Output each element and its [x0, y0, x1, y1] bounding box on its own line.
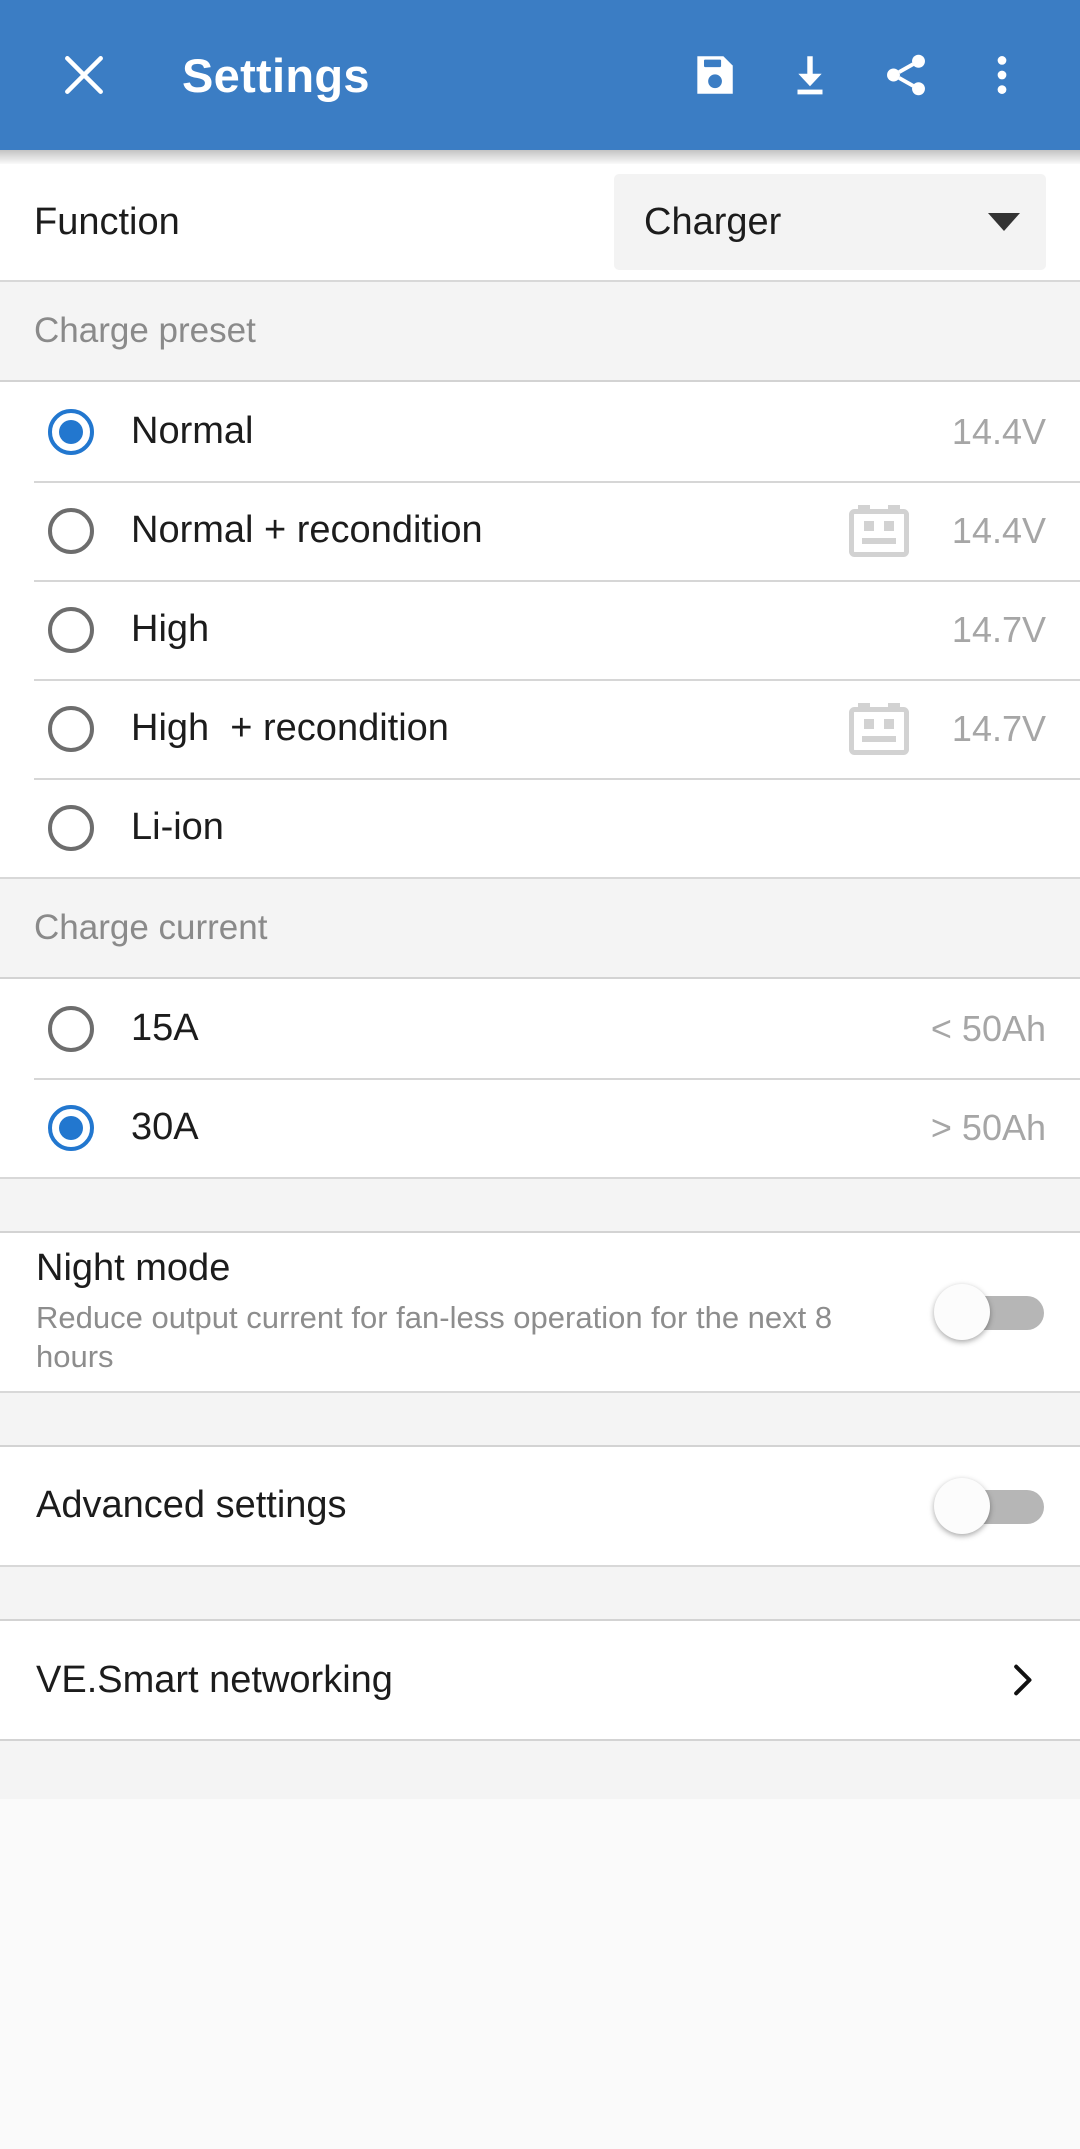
- charge-preset-header: Charge preset: [0, 280, 1080, 382]
- advanced-settings-title: Advanced settings: [36, 1484, 347, 1527]
- charge-preset-option-normal-recondition[interactable]: Normal + recondition 14.4V: [0, 481, 1080, 580]
- function-row[interactable]: Function Charger: [0, 164, 1080, 280]
- section-gap: [0, 1177, 1080, 1233]
- option-label: Normal: [131, 410, 254, 452]
- more-vert-icon: [997, 56, 1007, 94]
- option-value: > 50Ah: [930, 1106, 1046, 1148]
- section-gap: [0, 1391, 1080, 1447]
- night-mode-row[interactable]: Night mode Reduce output current for fan…: [0, 1233, 1080, 1391]
- option-value: 14.4V: [951, 410, 1046, 452]
- function-dropdown[interactable]: Charger: [614, 174, 1046, 270]
- download-button[interactable]: [762, 27, 858, 123]
- appbar-shadow: [0, 150, 1080, 164]
- night-mode-toggle[interactable]: [934, 1284, 1046, 1340]
- battery-recondition-icon: [848, 503, 910, 559]
- charge-preset-option-high[interactable]: High 14.7V: [0, 580, 1080, 679]
- battery-recondition-icon: [848, 701, 910, 757]
- charge-current-header: Charge current: [0, 877, 1080, 979]
- night-mode-text: Night mode Reduce output current for fan…: [36, 1247, 934, 1377]
- charge-preset-option-normal[interactable]: Normal 14.4V: [0, 382, 1080, 481]
- option-label: 30A: [131, 1106, 199, 1148]
- radio-button[interactable]: [48, 1104, 94, 1151]
- option-label: 15A: [131, 1007, 199, 1049]
- option-value: 14.7V: [951, 608, 1046, 650]
- option-value: < 50Ah: [930, 1007, 1046, 1049]
- function-label: Function: [34, 200, 180, 243]
- charge-current-list: 15A < 50Ah 30A > 50Ah: [0, 979, 1080, 1177]
- section-gap: [0, 1565, 1080, 1621]
- function-dropdown-value: Charger: [644, 200, 782, 243]
- charge-preset-option-high-recondition[interactable]: High + recondition 14.7V: [0, 679, 1080, 778]
- advanced-settings-text: Advanced settings: [36, 1484, 934, 1528]
- download-icon: [797, 56, 823, 95]
- option-label: Li-ion: [131, 806, 224, 848]
- toggle-knob: [934, 1478, 990, 1534]
- charge-preset-list: Normal 14.4V Normal + recondition 14.4V: [0, 382, 1080, 877]
- ve-smart-networking-row[interactable]: VE.Smart networking: [0, 1621, 1080, 1739]
- option-label: High + recondition: [131, 707, 449, 749]
- chevron-down-icon: [988, 213, 1020, 231]
- page-title: Settings: [182, 48, 370, 102]
- radio-button[interactable]: [48, 606, 94, 653]
- battery-icon: [848, 504, 909, 557]
- advanced-settings-row[interactable]: Advanced settings: [0, 1447, 1080, 1565]
- close-icon: [65, 56, 103, 94]
- charge-current-option-30a[interactable]: 30A > 50Ah: [0, 1078, 1080, 1177]
- option-label: High: [131, 608, 210, 650]
- night-mode-subtitle: Reduce output current for fan-less opera…: [36, 1299, 833, 1375]
- overflow-menu-button[interactable]: [954, 27, 1050, 123]
- close-button[interactable]: [36, 27, 132, 123]
- chevron-right-icon: [1014, 1664, 1032, 1696]
- night-mode-title: Night mode: [36, 1246, 231, 1289]
- option-value: 14.7V: [951, 707, 1046, 749]
- charge-preset-option-li-ion[interactable]: Li-ion: [0, 778, 1080, 877]
- bottom-fill: [0, 1739, 1080, 1799]
- save-button[interactable]: [666, 27, 762, 123]
- charge-current-option-15a[interactable]: 15A < 50Ah: [0, 979, 1080, 1078]
- share-button[interactable]: [858, 27, 954, 123]
- radio-button[interactable]: [48, 1005, 94, 1052]
- radio-button[interactable]: [48, 705, 94, 752]
- option-label: Normal + recondition: [131, 509, 483, 551]
- settings-screen: Settings Function Charger Charge preset …: [0, 0, 1080, 2149]
- ve-smart-networking-label: VE.Smart networking: [36, 1658, 393, 1701]
- toggle-knob: [934, 1284, 990, 1340]
- radio-button[interactable]: [48, 408, 94, 455]
- option-value: 14.4V: [951, 509, 1046, 551]
- save-icon: [697, 56, 733, 94]
- advanced-settings-toggle[interactable]: [934, 1478, 1046, 1534]
- battery-icon: [848, 702, 909, 755]
- radio-button[interactable]: [48, 804, 94, 851]
- share-icon: [887, 54, 925, 96]
- app-bar: Settings: [0, 0, 1080, 150]
- radio-button[interactable]: [48, 507, 94, 554]
